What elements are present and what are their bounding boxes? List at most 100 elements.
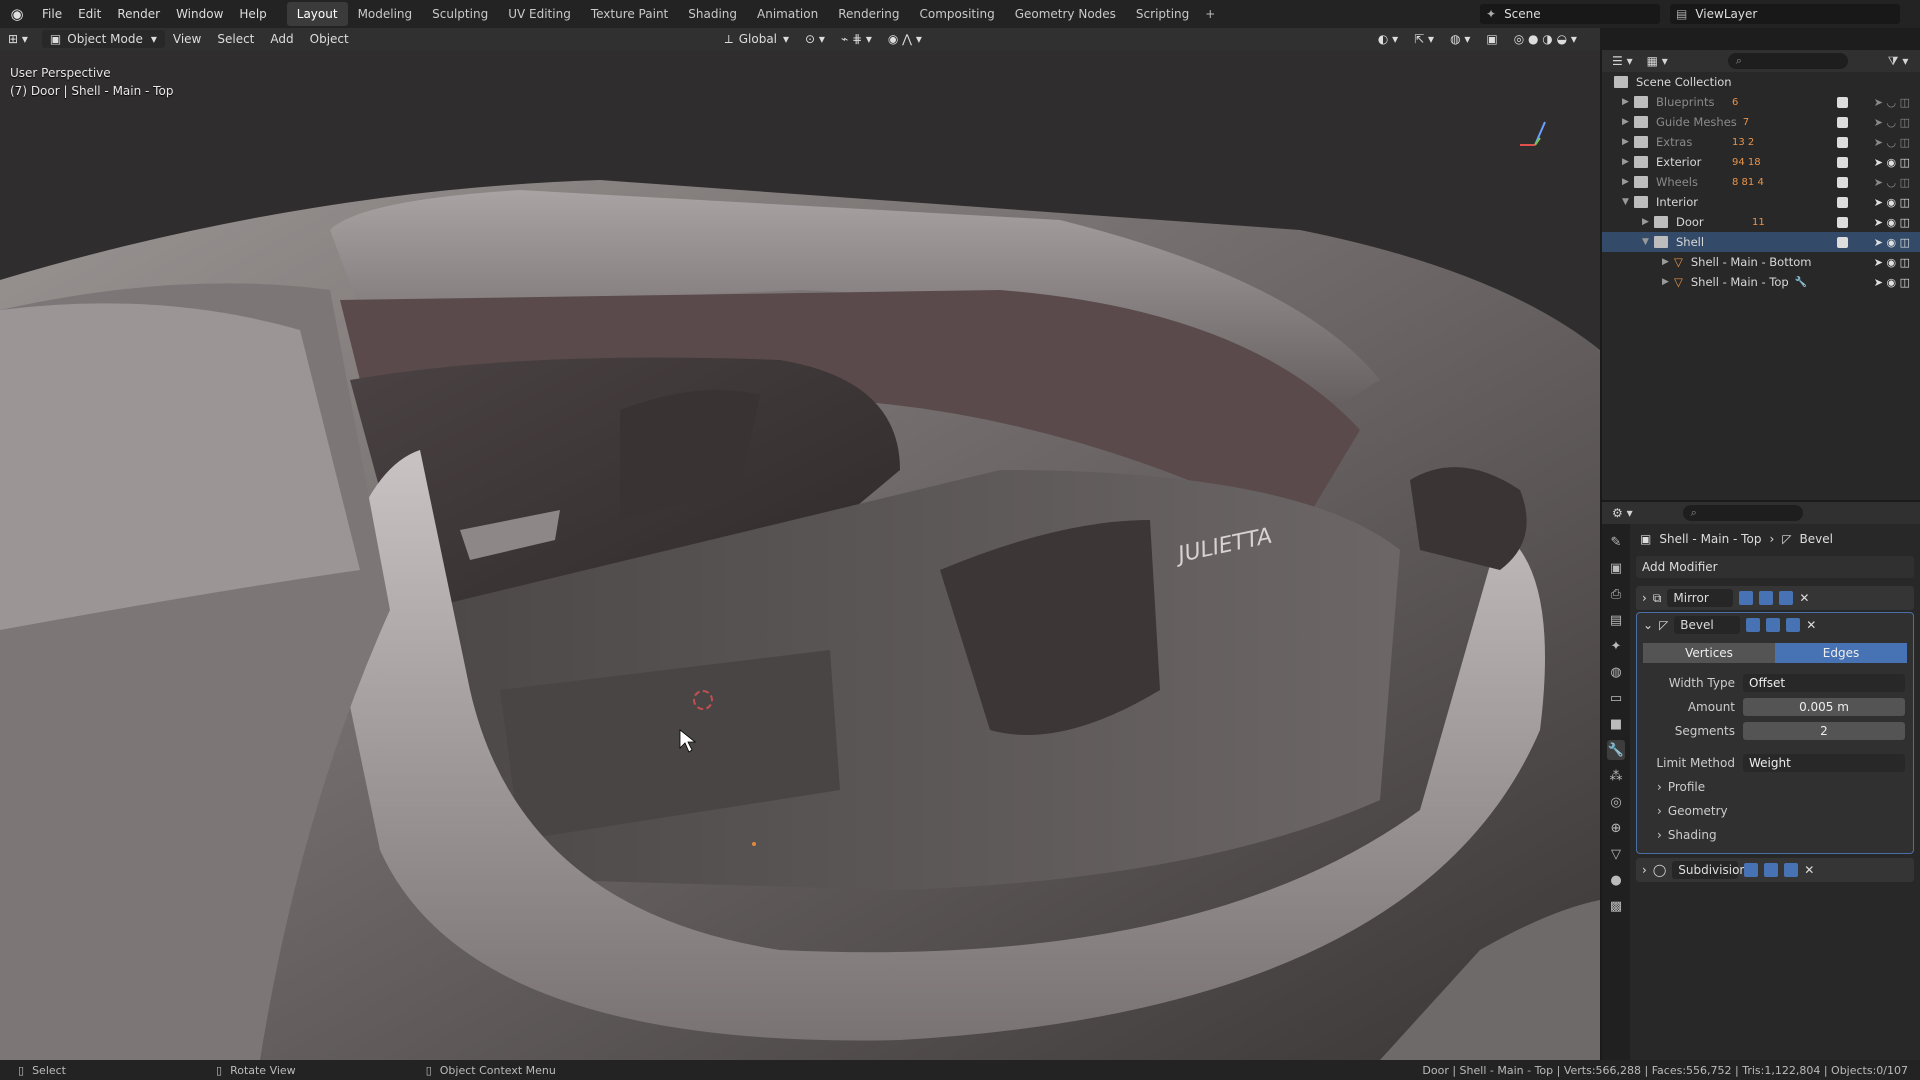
- render-toggle[interactable]: [1784, 863, 1799, 877]
- texture-tab-icon[interactable]: ▩: [1607, 896, 1625, 916]
- tab-rendering[interactable]: Rendering: [828, 2, 909, 26]
- properties-editor-icon[interactable]: ⚙ ▾: [1612, 506, 1633, 520]
- editmode-toggle[interactable]: [1746, 618, 1761, 632]
- shading-modes-icon[interactable]: ◎ ● ◑ ◒ ▾: [1506, 30, 1585, 48]
- vertices-button[interactable]: Vertices: [1643, 643, 1775, 663]
- tab-geometry-nodes[interactable]: Geometry Nodes: [1005, 2, 1126, 26]
- menu-render[interactable]: Render: [109, 7, 168, 21]
- close-icon[interactable]: ✕: [1799, 591, 1809, 605]
- menu-file[interactable]: File: [34, 7, 70, 21]
- 3d-cursor-icon[interactable]: [693, 690, 713, 710]
- tab-uv-editing[interactable]: UV Editing: [498, 2, 581, 26]
- visibility-toggles[interactable]: ➤ ◉ ◫: [1874, 236, 1910, 249]
- tool-tab-icon[interactable]: ✎: [1607, 532, 1625, 552]
- view-layer-selector[interactable]: ▤ ViewLayer: [1670, 4, 1900, 24]
- menu-window[interactable]: Window: [168, 7, 231, 21]
- modifier-mirror[interactable]: › ⧉ Mirror ✕: [1636, 586, 1914, 610]
- edges-button[interactable]: Edges: [1775, 643, 1907, 663]
- tab-animation[interactable]: Animation: [747, 2, 828, 26]
- collapse-arrow-icon[interactable]: ▼: [1622, 197, 1634, 207]
- editor-type-icon[interactable]: ⊞ ▾: [0, 30, 36, 48]
- menu-edit[interactable]: Edit: [70, 7, 109, 21]
- overlay-icon[interactable]: ◍ ▾: [1442, 30, 1478, 48]
- outliner-row-wheels[interactable]: ▶ Wheels 8 81 4 ➤ ◡ ◫: [1602, 172, 1920, 192]
- chevron-right-icon[interactable]: ›: [1642, 591, 1647, 605]
- properties-search-input[interactable]: ⌕: [1682, 505, 1803, 521]
- collection-tab-icon[interactable]: ▭: [1607, 688, 1625, 708]
- viewport-toggle[interactable]: [1766, 618, 1781, 632]
- tab-texture-paint[interactable]: Texture Paint: [581, 2, 678, 26]
- view-layer-tab-icon[interactable]: ▤: [1607, 610, 1625, 630]
- 3d-viewport[interactable]: JULIETTA User Perspective (7) Door | She…: [0, 50, 1600, 1060]
- output-tab-icon[interactable]: ⎙: [1607, 584, 1625, 604]
- exclude-checkbox[interactable]: [1837, 156, 1848, 168]
- physics-tab-icon[interactable]: ◎: [1607, 792, 1625, 812]
- modifier-name-field[interactable]: Subdivision: [1672, 861, 1747, 879]
- expand-arrow-icon[interactable]: ▶: [1642, 217, 1654, 227]
- proportional-edit-icon[interactable]: ◉ ⋀ ▾: [880, 30, 930, 48]
- profile-subpanel[interactable]: › Profile: [1637, 775, 1913, 799]
- gizmo-icon[interactable]: ⇱ ▾: [1406, 30, 1442, 48]
- expand-arrow-icon[interactable]: ▶: [1662, 277, 1674, 287]
- tab-layout[interactable]: Layout: [286, 2, 348, 26]
- blender-logo-icon[interactable]: ◉: [0, 0, 34, 28]
- viewport-toggle[interactable]: [1759, 591, 1774, 605]
- visibility-toggles[interactable]: ➤ ◡ ◫: [1874, 116, 1910, 129]
- xray-icon[interactable]: ▣: [1478, 30, 1505, 48]
- tab-scripting[interactable]: Scripting: [1126, 2, 1199, 26]
- tab-compositing[interactable]: Compositing: [909, 2, 1004, 26]
- expand-arrow-icon[interactable]: ▶: [1622, 97, 1634, 107]
- render-toggle[interactable]: [1786, 618, 1801, 632]
- scene-tab-icon[interactable]: ✦: [1607, 636, 1625, 656]
- exclude-checkbox[interactable]: [1837, 136, 1848, 148]
- outliner-row-blueprints[interactable]: ▶ Blueprints 6 ➤ ◡ ◫: [1602, 92, 1920, 112]
- visibility-toggles[interactable]: ➤ ◉ ◫: [1874, 156, 1910, 169]
- visibility-toggles[interactable]: ➤ ◉ ◫: [1874, 256, 1910, 269]
- outliner-search-input[interactable]: ⌕: [1727, 53, 1848, 69]
- object-tab-icon[interactable]: ■: [1607, 714, 1625, 734]
- amount-field[interactable]: 0.005 m: [1743, 698, 1905, 716]
- viewport-toggle[interactable]: [1764, 863, 1779, 877]
- exclude-checkbox[interactable]: [1837, 196, 1848, 208]
- outliner-editor-icon[interactable]: ☰ ▾: [1612, 54, 1633, 68]
- geometry-subpanel[interactable]: › Geometry: [1637, 799, 1913, 823]
- visibility-toggles[interactable]: ➤ ◡ ◫: [1874, 176, 1910, 189]
- outliner-row-exterior[interactable]: ▶ Exterior 94 18 ➤ ◉ ◫: [1602, 152, 1920, 172]
- modifier-name-field[interactable]: Mirror: [1667, 589, 1734, 607]
- outliner-row-shell[interactable]: ▼ Shell ➤ ◉ ◫: [1602, 232, 1920, 252]
- tab-modeling[interactable]: Modeling: [348, 2, 423, 26]
- exclude-checkbox[interactable]: [1837, 96, 1848, 108]
- exclude-checkbox[interactable]: [1837, 176, 1848, 188]
- world-tab-icon[interactable]: ◍: [1607, 662, 1625, 682]
- tab-shading[interactable]: Shading: [678, 2, 747, 26]
- close-icon[interactable]: ✕: [1806, 618, 1816, 632]
- render-toggle[interactable]: [1779, 591, 1794, 605]
- expand-arrow-icon[interactable]: ▶: [1622, 157, 1634, 167]
- shading-subpanel[interactable]: › Shading: [1637, 823, 1913, 847]
- material-tab-icon[interactable]: ●: [1607, 870, 1625, 890]
- filter-icon[interactable]: ⧩ ▾: [1888, 54, 1909, 69]
- modifier-name-field[interactable]: Bevel: [1674, 616, 1741, 634]
- render-tab-icon[interactable]: ▣: [1607, 558, 1625, 578]
- pivot-icon[interactable]: ⊙ ▾: [797, 30, 833, 48]
- outliner-row-shell-main-bottom[interactable]: ▶ ▽ Shell - Main - Bottom ➤ ◉ ◫: [1602, 252, 1920, 272]
- menu-view[interactable]: View: [165, 30, 209, 48]
- menu-object[interactable]: Object: [302, 30, 357, 48]
- visibility-toggles[interactable]: ➤ ◉ ◫: [1874, 216, 1910, 229]
- scene-selector[interactable]: ✦ Scene: [1480, 4, 1660, 24]
- visibility-toggles[interactable]: ➤ ◡ ◫: [1874, 136, 1910, 149]
- data-tab-icon[interactable]: ▽: [1607, 844, 1625, 864]
- expand-arrow-icon[interactable]: ▶: [1622, 177, 1634, 187]
- menu-select[interactable]: Select: [209, 30, 262, 48]
- expand-arrow-icon[interactable]: ▶: [1662, 257, 1674, 267]
- visibility-icon[interactable]: ◐ ▾: [1370, 30, 1406, 48]
- constraints-tab-icon[interactable]: ⊕: [1607, 818, 1625, 838]
- mode-selector[interactable]: ▣ Object Mode ▾: [41, 30, 165, 48]
- expand-arrow-icon[interactable]: ▶: [1622, 137, 1634, 147]
- close-icon[interactable]: ✕: [1804, 863, 1814, 877]
- outliner-row-extras[interactable]: ▶ Extras 13 2 ➤ ◡ ◫: [1602, 132, 1920, 152]
- menu-add[interactable]: Add: [262, 30, 301, 48]
- snap-icon[interactable]: ⌁ ⋕ ▾: [833, 30, 880, 48]
- outliner-row-interior[interactable]: ▼ Interior ➤ ◉ ◫: [1602, 192, 1920, 212]
- exclude-checkbox[interactable]: [1837, 236, 1848, 248]
